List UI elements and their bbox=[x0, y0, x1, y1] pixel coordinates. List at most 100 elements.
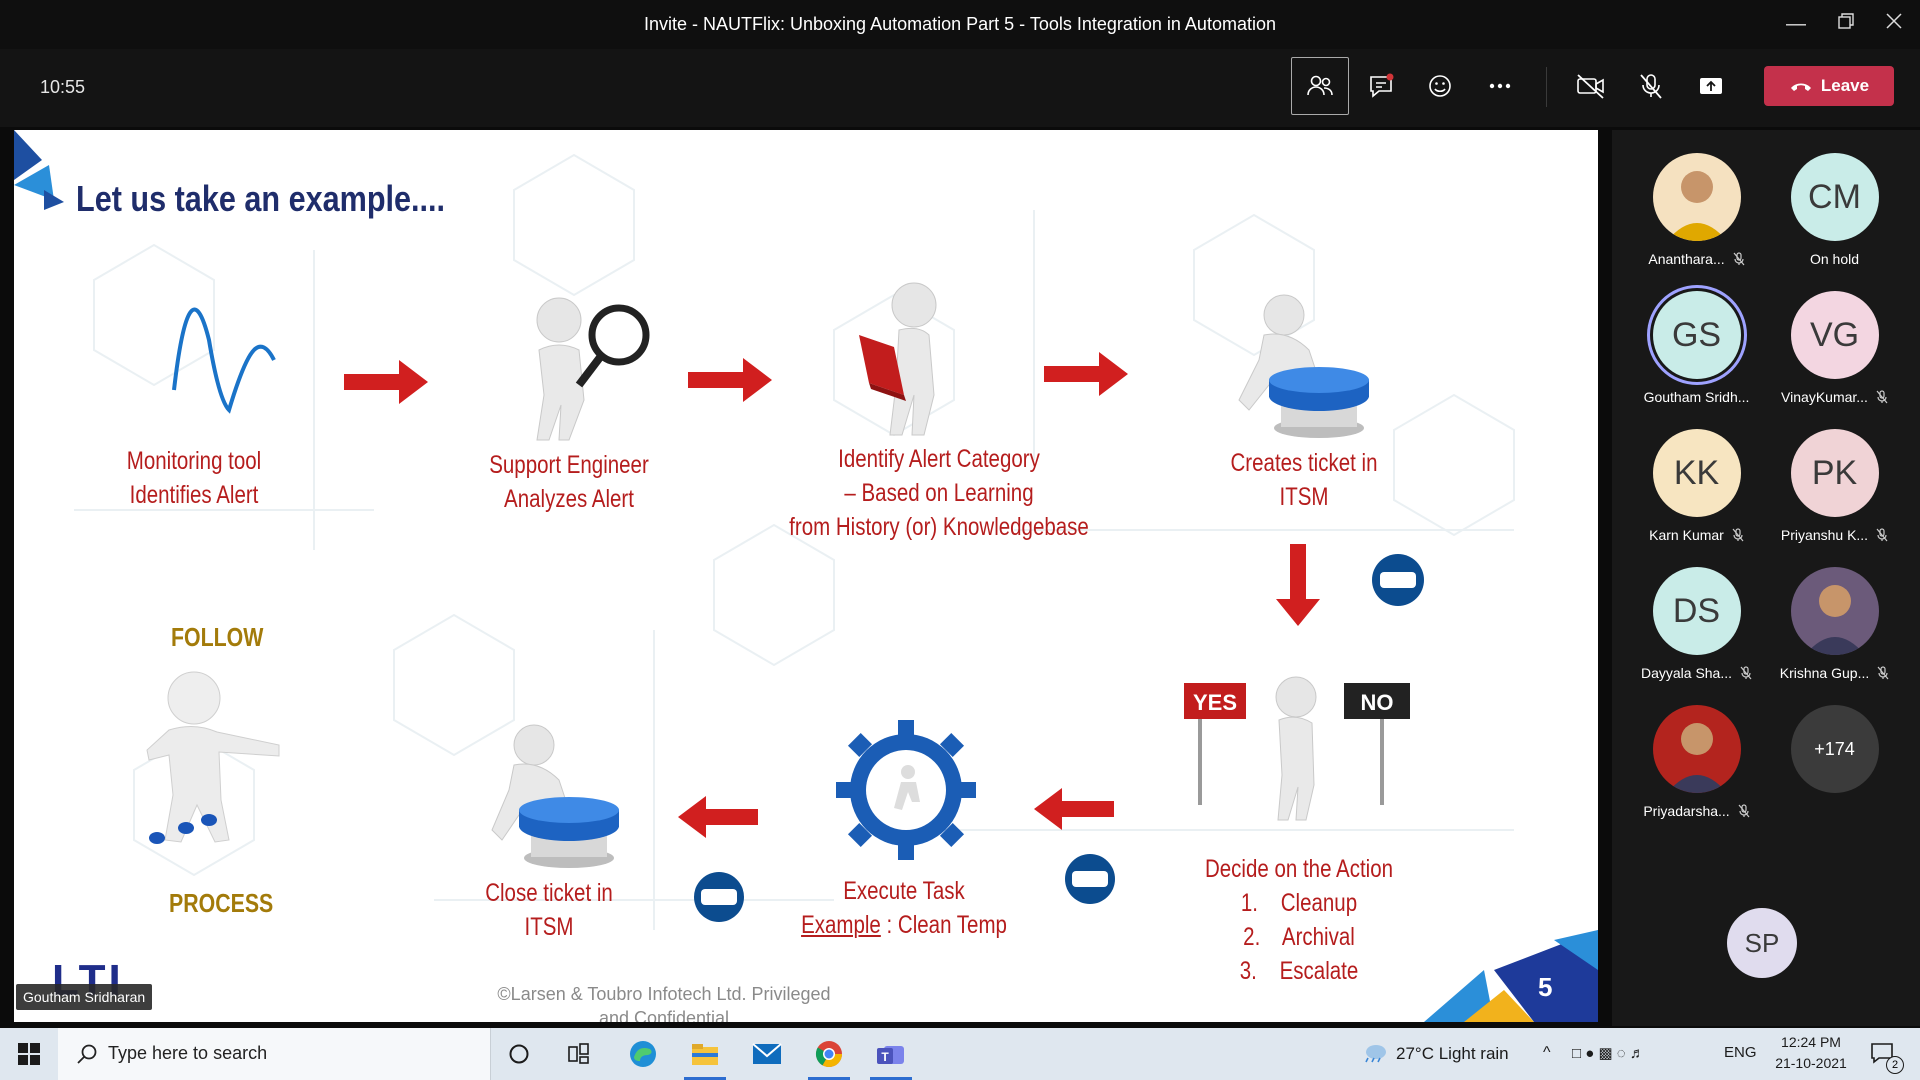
participant-name: Karn Kumar bbox=[1628, 527, 1765, 545]
tray-icons[interactable]: □ ● ▩ ◌ ♬ bbox=[1572, 1044, 1645, 1062]
mic-off-icon bbox=[1640, 74, 1662, 99]
weather-text[interactable]: 27°C Light rain bbox=[1396, 1044, 1509, 1064]
windows-logo-icon bbox=[18, 1043, 40, 1065]
participant-tile[interactable]: KK Karn Kumar bbox=[1628, 429, 1765, 545]
weather-cloud-icon bbox=[1365, 1045, 1386, 1063]
participant-name: Ananthara... bbox=[1628, 251, 1765, 269]
chrome-icon bbox=[815, 1041, 843, 1068]
taskbar-clock[interactable]: 12:24 PM 21-10-2021 bbox=[1766, 1032, 1856, 1074]
arrow-right-2 bbox=[688, 358, 772, 402]
people-icon bbox=[1307, 75, 1333, 96]
participant-tile[interactable]: PK Priyanshu K... bbox=[1766, 429, 1903, 545]
mic-toggle-button[interactable] bbox=[1622, 57, 1680, 115]
participant-photo-avatar bbox=[1652, 153, 1741, 241]
chat-button[interactable] bbox=[1352, 57, 1410, 115]
raise-hand-button[interactable] bbox=[1411, 57, 1469, 115]
arrow-left-2 bbox=[678, 796, 758, 838]
participant-avatar: KK bbox=[1652, 429, 1741, 517]
copyright-text: ©Larsen & Toubro Infotech Ltd. Privilege… bbox=[497, 984, 831, 1022]
follow-process-figure bbox=[146, 671, 280, 844]
share-icon bbox=[1700, 78, 1722, 94]
participant-name: Krishna Gup... bbox=[1766, 665, 1903, 683]
action-escalate: 3. Escalate bbox=[1239, 957, 1359, 985]
arrow-down bbox=[1276, 544, 1320, 626]
participant-tile[interactable]: Priyadarsha... bbox=[1628, 705, 1765, 821]
tray-overflow-chevron-icon[interactable]: ^ bbox=[1543, 1044, 1551, 1062]
cortana-button[interactable] bbox=[496, 1034, 542, 1074]
clock-time: 12:24 PM bbox=[1781, 1034, 1841, 1050]
taskbar-chrome[interactable] bbox=[806, 1034, 852, 1080]
decision-figure: YES NO bbox=[1184, 676, 1410, 821]
no-sign-text: NO bbox=[1361, 690, 1394, 715]
search-placeholder: Type here to search bbox=[108, 1043, 268, 1063]
taskbar-mail[interactable] bbox=[744, 1034, 790, 1074]
meeting-toolbar: 10:55 Leave bbox=[0, 49, 1920, 127]
participant-tile[interactable]: CM On hold bbox=[1766, 153, 1903, 267]
participant-tile[interactable]: VG VinayKumar... bbox=[1766, 291, 1903, 407]
presenter-name-tag: Goutham Sridharan bbox=[16, 984, 153, 1010]
step-category-caption: Identify Alert Category – Based on Learni… bbox=[789, 445, 1089, 541]
participant-tile[interactable]: Krishna Gup... bbox=[1766, 567, 1903, 683]
step-monitoring-caption: Monitoring tool Identifies Alert bbox=[126, 447, 262, 509]
taskbar-search-box[interactable]: Type here to search bbox=[58, 1028, 491, 1080]
hang-up-icon bbox=[1790, 83, 1811, 91]
example-underlined: Example bbox=[801, 911, 881, 939]
self-view-avatar[interactable]: SP bbox=[1727, 908, 1797, 978]
participant-photo-avatar bbox=[1652, 705, 1741, 793]
participant-tile[interactable]: Ananthara... bbox=[1628, 153, 1765, 269]
participant-name: Dayyala Sha... bbox=[1628, 665, 1765, 683]
participant-name: On hold bbox=[1809, 251, 1860, 267]
mail-icon bbox=[752, 1043, 782, 1064]
yes-sign-text: YES bbox=[1193, 690, 1237, 715]
start-button[interactable] bbox=[6, 1034, 52, 1074]
edge-icon bbox=[630, 1041, 656, 1067]
close-ticket-figure bbox=[491, 724, 619, 868]
taskbar-edge[interactable] bbox=[620, 1034, 666, 1074]
toolbar-divider bbox=[1546, 67, 1547, 107]
no-entry-icon-3 bbox=[694, 872, 744, 922]
clock-date: 21-10-2021 bbox=[1775, 1055, 1847, 1071]
muted-mic-icon bbox=[1738, 804, 1750, 821]
muted-mic-icon bbox=[1876, 390, 1888, 407]
task-view-button[interactable] bbox=[556, 1034, 602, 1074]
svg-text:T: T bbox=[881, 1050, 889, 1064]
slide-title: Let us take an example.... bbox=[76, 178, 446, 219]
close-icon[interactable] bbox=[1874, 8, 1914, 40]
window-title-bar: Invite - NAUTFlix: Unboxing Automation P… bbox=[0, 0, 1920, 49]
windows-taskbar: Type here to search T 27°C Light rain ^ … bbox=[0, 1028, 1920, 1080]
monitoring-wave-icon bbox=[172, 307, 276, 414]
participant-avatar: DS bbox=[1652, 567, 1741, 655]
leave-label: Leave bbox=[1820, 76, 1870, 95]
notification-center-button[interactable]: 2 bbox=[1860, 1034, 1906, 1074]
follow-label: FOLLOW bbox=[171, 622, 264, 652]
more-actions-button[interactable] bbox=[1471, 57, 1529, 115]
camera-toggle-button[interactable] bbox=[1562, 57, 1620, 115]
slide-page-number: 5 bbox=[1538, 972, 1553, 1002]
participant-tile[interactable]: DS Dayyala Sha... bbox=[1628, 567, 1765, 683]
share-screen-button[interactable] bbox=[1682, 57, 1740, 115]
participant-tile[interactable]: GS Goutham Sridh... bbox=[1628, 291, 1765, 405]
file-explorer-icon bbox=[692, 1044, 718, 1065]
leave-button[interactable]: Leave bbox=[1764, 66, 1894, 106]
people-button[interactable] bbox=[1291, 57, 1349, 115]
taskbar-teams[interactable]: T bbox=[868, 1034, 914, 1080]
participant-avatar: CM bbox=[1790, 153, 1879, 241]
step-execute-caption: Execute Task Example : Clean Temp bbox=[801, 877, 1007, 939]
corner-graphic bbox=[1424, 930, 1598, 1022]
taskbar-file-explorer[interactable] bbox=[682, 1034, 728, 1080]
process-label: PROCESS bbox=[169, 888, 274, 918]
participant-avatar: PK bbox=[1790, 429, 1879, 517]
restore-icon[interactable] bbox=[1826, 8, 1866, 40]
participant-name: Priyadarsha... bbox=[1628, 803, 1765, 821]
muted-mic-icon bbox=[1876, 528, 1888, 545]
language-indicator[interactable]: ENG bbox=[1724, 1044, 1757, 1061]
action-archival: 2. Archival bbox=[1243, 923, 1355, 951]
meeting-timer: 10:55 bbox=[40, 77, 86, 97]
gear-task-icon bbox=[836, 720, 976, 860]
minimize-icon[interactable]: — bbox=[1776, 8, 1816, 40]
step-decide-caption: Decide on the Action 1. Cleanup 2. Archi… bbox=[1184, 852, 1414, 988]
notification-count: 2 bbox=[1886, 1056, 1904, 1074]
muted-mic-icon bbox=[1732, 528, 1744, 545]
participant-tile[interactable]: +174 bbox=[1766, 705, 1903, 793]
participant-photo-avatar bbox=[1790, 567, 1879, 655]
